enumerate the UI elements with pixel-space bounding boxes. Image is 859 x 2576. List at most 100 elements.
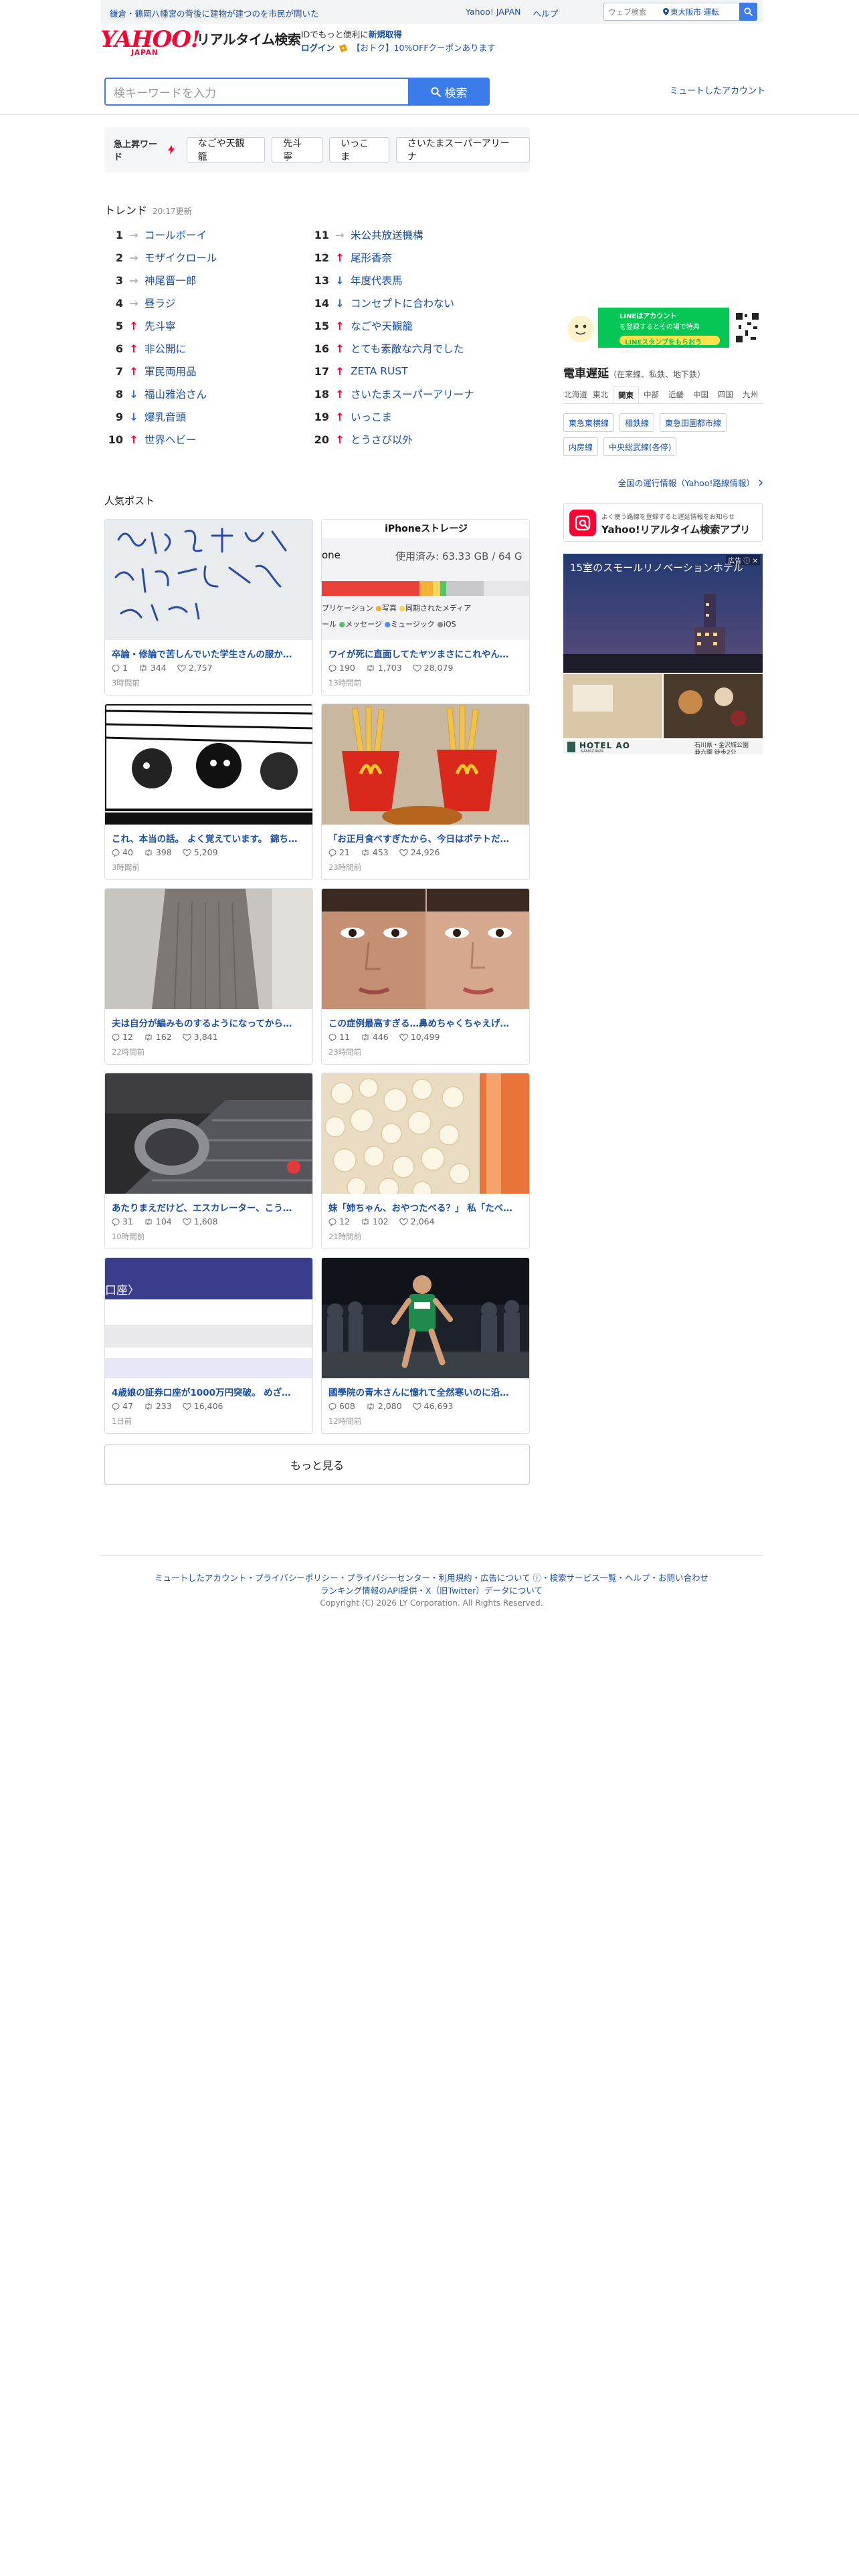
like-count[interactable]: 1,608 — [182, 1216, 218, 1226]
region-tab[interactable]: 関東 — [613, 387, 639, 403]
like-count[interactable]: 3,841 — [182, 1032, 218, 1042]
repost-count[interactable]: 398 — [144, 847, 172, 857]
trend-item[interactable]: 12 ↑ 尾形香奈 — [313, 246, 514, 269]
login-link[interactable]: ログイン — [301, 41, 335, 55]
post-image[interactable] — [105, 1073, 312, 1194]
all-train-info-link[interactable]: 全国の運行情報（Yahoo!路線情報） — [618, 476, 763, 489]
region-tab[interactable]: 中部 — [639, 387, 664, 403]
repost-count[interactable]: 233 — [144, 1401, 172, 1411]
trend-item[interactable]: 8 ↓ 福山雅治さん — [107, 383, 308, 405]
trend-item[interactable]: 4 → 昼ラジ — [107, 292, 308, 314]
trend-item[interactable]: 3 → 神尾晋一郎 — [107, 269, 308, 292]
post-title[interactable]: あたりまえだけど、エスカレーター、こう… — [112, 1200, 307, 1214]
hotel-ad[interactable]: 広告 ⓘ ✕ 15室のスモールリノベーションホテル HOTEL AO KANAZ… — [563, 554, 763, 754]
yahoo-japan-link[interactable]: Yahoo! JAPAN — [466, 7, 520, 19]
trend-item[interactable]: 11 → 米公共放送機構 — [313, 223, 514, 246]
repost-count[interactable]: 162 — [144, 1032, 172, 1042]
trend-keyword-link[interactable]: 世界ヘビー — [145, 432, 197, 447]
rising-word-chip[interactable]: いっこま — [329, 137, 389, 163]
post-title[interactable]: 國學院の青木さんに憧れて全然寒いのに沿… — [328, 1385, 524, 1398]
trend-keyword-link[interactable]: なごや天観籠 — [351, 318, 413, 333]
trend-keyword-link[interactable]: 神尾晋一郎 — [145, 273, 197, 288]
trend-item[interactable]: 2 → モザイクロール — [107, 246, 308, 269]
rising-word-chip[interactable]: なごや天観籠 — [186, 137, 266, 163]
coupon-link[interactable]: 【おトク】10%OFFクーポンあります — [352, 41, 496, 55]
repost-count[interactable]: 446 — [361, 1032, 389, 1042]
web-search-input[interactable]: ウェブ検索 — [604, 7, 663, 17]
post-image[interactable]: 口座〉 — [105, 1258, 312, 1378]
post-title[interactable]: 「お正月食べすぎたから、今日はポテトだ… — [328, 831, 524, 845]
reply-count[interactable]: 31 — [112, 1216, 133, 1226]
trend-item[interactable]: 5 ↑ 先斗寧 — [107, 314, 308, 337]
region-tab[interactable]: 九州 — [738, 387, 763, 403]
trend-keyword-link[interactable]: コンセプトに合わない — [351, 296, 454, 310]
trend-item[interactable]: 7 ↑ 軍民両用品 — [107, 360, 308, 383]
trend-keyword-link[interactable]: 爆乳音頭 — [145, 409, 186, 424]
trend-keyword-link[interactable]: 先斗寧 — [145, 318, 176, 333]
location-link[interactable]: 東大阪市 運転 — [663, 7, 739, 17]
search-input[interactable]: 検キーワードを入力 — [104, 78, 408, 106]
trend-keyword-link[interactable]: 非公開に — [145, 341, 186, 356]
repost-count[interactable]: 104 — [144, 1216, 172, 1226]
post-card[interactable]: 國學院の青木さんに憧れて全然寒いのに沿… 608 2,080 46,693 12時間前 — [321, 1257, 530, 1434]
delayed-line-chip[interactable]: 内房線 — [563, 437, 599, 456]
trend-item[interactable]: 9 ↓ 爆乳音頭 — [107, 405, 308, 428]
post-title[interactable]: これ、本当の話。 よく覚えています。 錦ち… — [112, 831, 307, 845]
post-card[interactable]: 卒論・修論で苦しんでいた学生さんの服か… 1 344 2,757 3時間前 — [104, 519, 313, 695]
web-search-button[interactable] — [739, 3, 757, 21]
trend-keyword-link[interactable]: 福山雅治さん — [145, 387, 207, 401]
top-news-link[interactable]: 鎌倉・鶴岡八幡宮の背後に建物が建つのを市民が問いた — [110, 7, 319, 19]
post-title[interactable]: 夫は自分が編みものするようになってから… — [112, 1016, 307, 1029]
reply-count[interactable]: 1 — [112, 663, 128, 673]
post-image[interactable] — [322, 704, 529, 825]
repost-count[interactable]: 2,080 — [366, 1401, 402, 1411]
post-card[interactable]: 「お正月食べすぎたから、今日はポテトだ… 21 453 24,926 23時間前 — [321, 704, 530, 880]
line-friend-banner[interactable]: LINEはアカウント を登録するとその場で特典 LINEスタンプをもらおう — [563, 308, 763, 348]
post-title[interactable]: この症例最高すぎる…鼻めちゃくちゃえげ… — [328, 1016, 524, 1029]
trend-item[interactable]: 18 ↑ さいたまスーパーアリーナ — [313, 383, 514, 405]
like-count[interactable]: 2,064 — [399, 1216, 435, 1226]
trend-keyword-link[interactable]: とても素敵な六月でした — [351, 341, 464, 356]
post-image[interactable] — [322, 1258, 529, 1378]
trend-item[interactable]: 15 ↑ なごや天観籠 — [313, 314, 514, 337]
trend-item[interactable]: 19 ↑ いっこま — [313, 405, 514, 428]
more-posts-button[interactable]: もっと見る — [104, 1444, 530, 1485]
help-link[interactable]: ヘルプ — [533, 7, 558, 19]
post-title[interactable]: 4歳娘の証券口座が1000万円突破。 めざ… — [112, 1385, 307, 1398]
delayed-line-chip[interactable]: 中央総武線(各停) — [603, 437, 677, 456]
reply-count[interactable]: 12 — [112, 1032, 133, 1042]
trend-item[interactable]: 6 ↑ 非公開に — [107, 337, 308, 360]
trend-item[interactable]: 17 ↑ ZETA RUST — [313, 360, 514, 383]
like-count[interactable]: 5,209 — [182, 847, 218, 857]
region-tab[interactable]: 四国 — [713, 387, 738, 403]
trend-item[interactable]: 1 → コールボーイ — [107, 223, 308, 246]
like-count[interactable]: 10,499 — [399, 1032, 440, 1042]
repost-count[interactable]: 453 — [361, 847, 389, 857]
post-image[interactable] — [322, 1073, 529, 1194]
trend-keyword-link[interactable]: コールボーイ — [145, 227, 207, 242]
reply-count[interactable]: 21 — [328, 847, 350, 857]
post-image[interactable] — [105, 520, 312, 640]
like-count[interactable]: 16,406 — [182, 1401, 223, 1411]
trend-keyword-link[interactable]: 尾形香奈 — [351, 250, 392, 265]
delayed-line-chip[interactable]: 相鉄線 — [619, 413, 655, 432]
reply-count[interactable]: 12 — [328, 1216, 350, 1226]
post-card[interactable]: 妹「姉ちゃん、おやつたべる？」 私「たべ… 12 102 2,064 21時間前 — [321, 1073, 530, 1249]
reply-count[interactable]: 11 — [328, 1032, 350, 1042]
trend-item[interactable]: 20 ↑ とうさび以外 — [313, 428, 514, 451]
reply-count[interactable]: 47 — [112, 1401, 133, 1411]
repost-count[interactable]: 344 — [138, 663, 167, 673]
trend-keyword-link[interactable]: いっこま — [351, 409, 392, 424]
post-card[interactable]: この症例最高すぎる…鼻めちゃくちゃえげ… 11 446 10,499 23時間前 — [321, 888, 530, 1065]
rising-word-chip[interactable]: 先斗寧 — [272, 137, 323, 163]
trend-keyword-link[interactable]: 年度代表馬 — [351, 273, 403, 288]
delayed-line-chip[interactable]: 東急田園都市線 — [660, 413, 727, 432]
region-tab[interactable]: 中国 — [688, 387, 713, 403]
post-card[interactable]: iPhoneストレージ one 使用済み: 63.33 GB / 64 G プリケーシ… — [321, 519, 530, 695]
like-count[interactable]: 24,926 — [399, 847, 440, 857]
like-count[interactable]: 2,757 — [177, 663, 213, 673]
trend-keyword-link[interactable]: 昼ラジ — [145, 296, 175, 310]
post-image[interactable] — [105, 704, 312, 825]
post-card[interactable]: これ、本当の話。 よく覚えています。 錦ち… 40 398 5,209 3時間前 — [104, 704, 313, 880]
like-count[interactable]: 28,079 — [412, 663, 453, 673]
